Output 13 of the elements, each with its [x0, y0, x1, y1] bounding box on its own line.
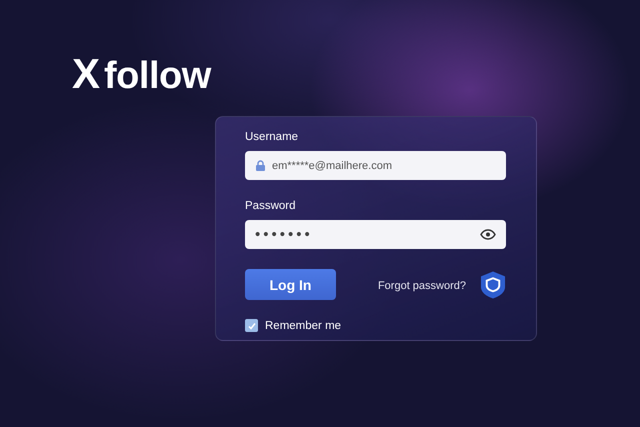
forgot-password-link[interactable]: Forgot password? [378, 280, 466, 292]
remember-checkbox[interactable] [245, 319, 258, 332]
username-field[interactable]: em*****e@mailhere.com [245, 151, 506, 180]
shield-icon [480, 270, 506, 300]
remember-label: Remember me [265, 320, 342, 332]
logo-mark: X [72, 52, 100, 96]
logo-text: follow [104, 54, 211, 98]
check-icon [246, 320, 256, 330]
password-field[interactable]: ••••••• [245, 220, 506, 249]
login-button[interactable]: Log In [245, 269, 336, 300]
field-label: Username [245, 131, 300, 145]
field-label: Password [245, 200, 296, 214]
eye-icon[interactable] [480, 229, 496, 240]
